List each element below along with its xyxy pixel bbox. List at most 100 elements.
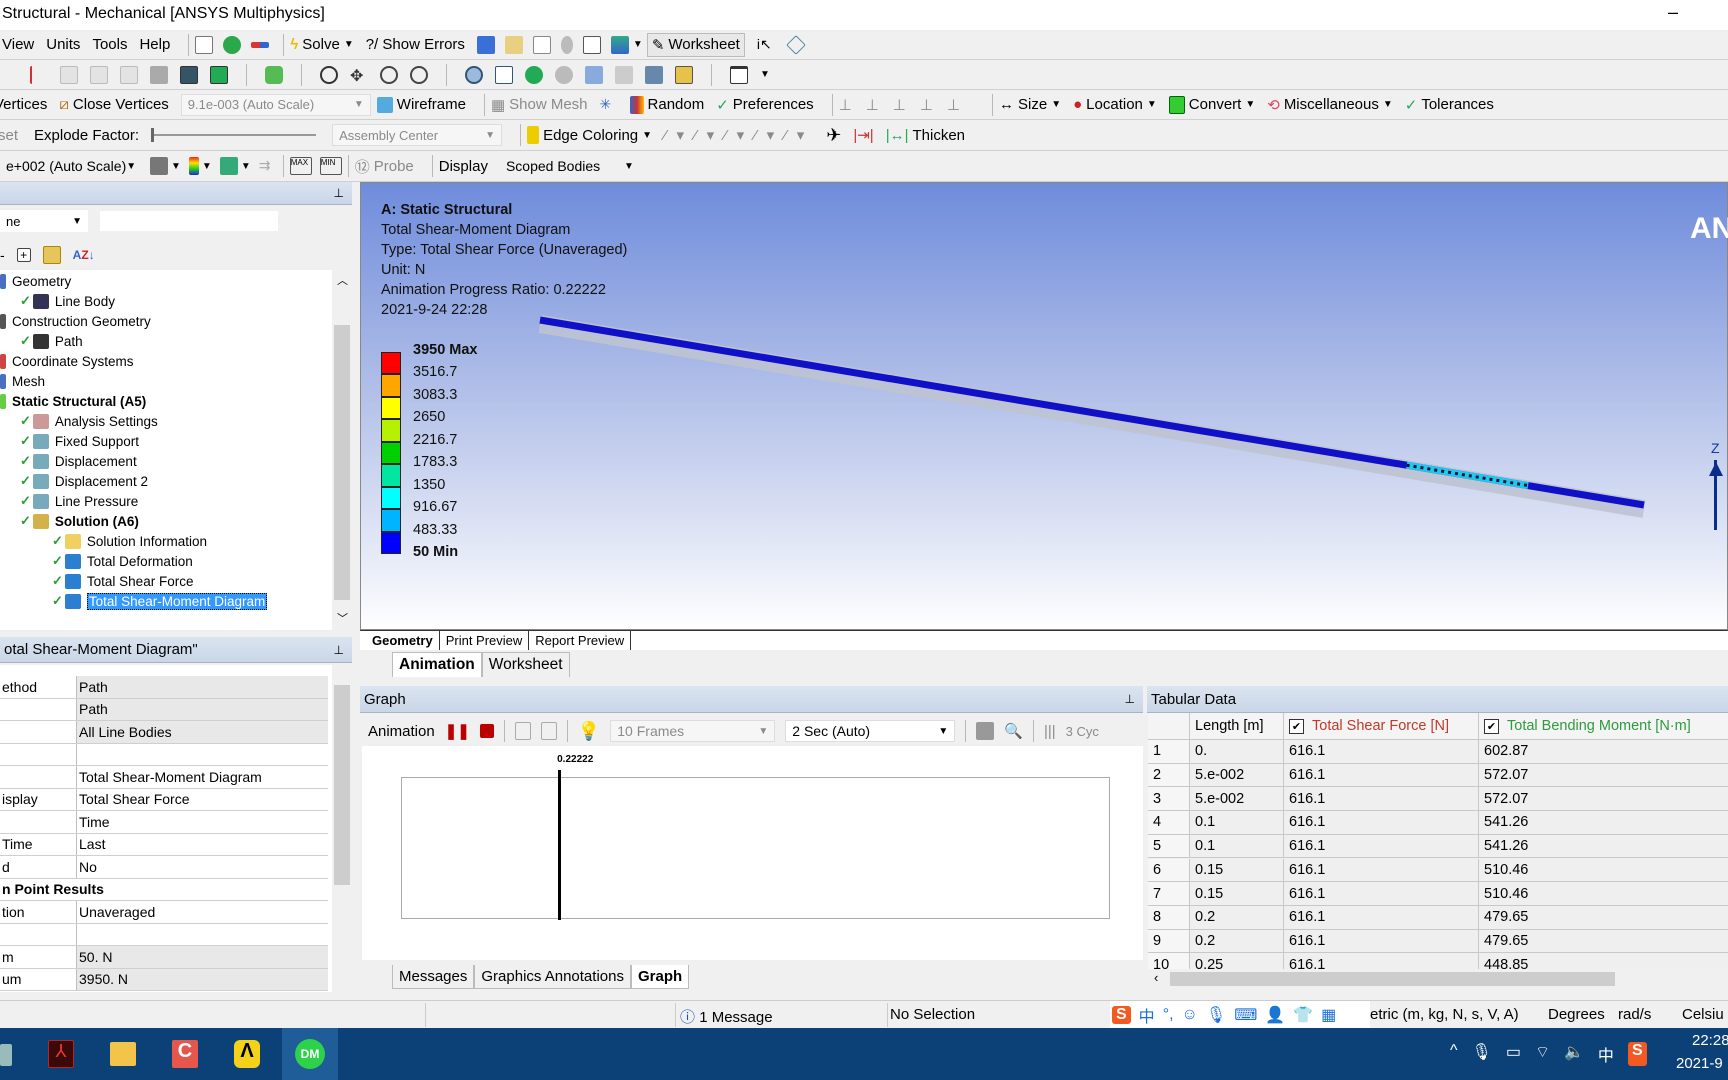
details-value[interactable]: Unaveraged xyxy=(77,901,328,923)
mesh-element-icon[interactable] xyxy=(210,65,228,84)
scroll-down-icon[interactable]: ﹀ xyxy=(337,610,348,626)
file-explorer-icon[interactable] xyxy=(110,1042,136,1066)
table-cell[interactable]: 0.2 xyxy=(1190,929,1284,954)
ime-lang[interactable]: 中 xyxy=(1139,1003,1155,1027)
table-cell[interactable]: 5.e-002 xyxy=(1190,763,1284,788)
messages-status[interactable]: ⓘ 1 Message xyxy=(680,1006,773,1027)
table-cell[interactable]: 0. xyxy=(1190,740,1284,764)
pdf-app-icon[interactable]: ⅄ xyxy=(48,1040,74,1068)
duration-select[interactable]: 2 Sec (Auto) ▼ xyxy=(785,720,956,742)
microphone-icon[interactable]: 🎙 xyxy=(1206,1005,1226,1025)
details-row[interactable]: isplay Total Shear Force xyxy=(0,788,328,811)
table-cell[interactable]: 616.1 xyxy=(1284,787,1479,812)
show-errors-button[interactable]: ?/ Show Errors xyxy=(366,36,465,53)
tabular-hscrollbar[interactable]: ‹ xyxy=(1148,969,1728,989)
table-cell[interactable]: 616.1 xyxy=(1284,858,1479,883)
display-select[interactable]: Scoped Bodies ▼ xyxy=(499,155,640,177)
table-cell[interactable]: 0.25 xyxy=(1190,953,1284,969)
chart-icon[interactable] xyxy=(532,35,551,54)
table-cell[interactable]: 616.1 xyxy=(1284,905,1479,930)
coordinate-icon[interactable] xyxy=(265,65,283,84)
zoom-icon[interactable] xyxy=(380,65,398,84)
table-cell[interactable]: 479.65 xyxy=(1479,929,1728,954)
sort-az-icon[interactable]: AZ↓ xyxy=(73,248,95,262)
tab-graphics-annotations[interactable]: Graphics Annotations xyxy=(474,965,631,989)
volume-icon[interactable]: 🔈 xyxy=(1564,1042,1584,1066)
tab-report-preview[interactable]: Report Preview xyxy=(529,631,632,650)
min-label-icon[interactable]: MIN xyxy=(319,157,342,175)
details-row[interactable]: Time xyxy=(0,811,328,834)
table-cell[interactable]: 5.e-002 xyxy=(1190,787,1284,812)
grid-icon[interactable]: ▦ xyxy=(1321,1005,1336,1025)
details-value[interactable]: Path xyxy=(77,676,328,698)
insert-annotation-icon[interactable] xyxy=(476,35,495,54)
cycles-icon[interactable]: ||| xyxy=(1044,723,1056,740)
chevron-down-icon[interactable]: ▼ xyxy=(344,39,354,50)
battery-icon[interactable]: ▭ xyxy=(1506,1042,1521,1066)
angle-unit[interactable]: Degrees xyxy=(1548,1006,1605,1023)
column-header[interactable]: Length [m] xyxy=(1190,713,1284,740)
details-value[interactable]: Total Shear-Moment Diagram xyxy=(77,766,328,788)
minimize-button[interactable]: – xyxy=(1668,2,1678,23)
sogou-icon[interactable]: S xyxy=(1112,1006,1131,1024)
keyboard-icon[interactable]: ⌨ xyxy=(1234,1005,1257,1025)
tree-item[interactable]: ✓ Analysis Settings xyxy=(20,411,158,431)
column-header[interactable]: ✔ Total Bending Moment [N·m] xyxy=(1479,713,1728,740)
tree-item[interactable]: ✓ Displacement xyxy=(20,451,137,471)
table-cell[interactable]: 602.87 xyxy=(1479,740,1728,764)
tree-item[interactable]: ✓ Total Shear Force xyxy=(52,571,193,591)
details-scrollbar[interactable] xyxy=(332,665,352,992)
scroll-thumb[interactable] xyxy=(334,685,350,885)
details-value[interactable]: Total Shear Force xyxy=(77,789,328,811)
command-prompt-icon[interactable] xyxy=(195,35,214,54)
table-cell[interactable]: 510.46 xyxy=(1479,858,1728,883)
table-cell[interactable]: 616.1 xyxy=(1284,763,1479,788)
miscellaneous-button[interactable]: ⟲ Miscellaneous ▼ xyxy=(1267,96,1393,114)
table-cell[interactable]: 572.07 xyxy=(1479,763,1728,788)
details-row[interactable]: m 50. N xyxy=(0,946,328,969)
emoji-icon[interactable]: ☺ xyxy=(1182,1006,1198,1024)
assembly-center-select[interactable]: Assembly Center ▼ xyxy=(332,124,503,146)
tree-item[interactable]: Construction Geometry xyxy=(0,311,151,331)
column-checkbox[interactable]: ✔ xyxy=(1289,718,1304,734)
tray-microphone-icon[interactable]: 🎙 xyxy=(1472,1042,1492,1066)
wireframe-button[interactable]: Wireframe xyxy=(376,96,466,113)
sogou-tray-icon[interactable]: S xyxy=(1627,1042,1647,1066)
table-cell[interactable]: 616.1 xyxy=(1284,929,1479,954)
thicken-button[interactable]: |↔| Thicken xyxy=(886,127,965,144)
expand-all-icon[interactable]: + xyxy=(16,248,31,262)
frames-select[interactable]: 10 Frames ▼ xyxy=(610,720,776,742)
tree-item[interactable]: ✓ Total Deformation xyxy=(52,551,193,571)
tray-lang[interactable]: 中 xyxy=(1598,1042,1614,1066)
details-row[interactable]: Total Shear-Moment Diagram xyxy=(0,766,328,789)
random-colors-button[interactable]: Random xyxy=(629,95,704,114)
explode-icon[interactable]: ✳ xyxy=(600,96,618,114)
worksheet-button[interactable]: ✎ Worksheet xyxy=(646,32,745,57)
preferences-button[interactable]: ✓ Preferences xyxy=(716,96,813,114)
table-cell[interactable]: 0.1 xyxy=(1190,811,1284,835)
check-icon[interactable] xyxy=(223,35,242,54)
tab-geometry[interactable]: Geometry xyxy=(360,631,440,650)
pin-icon[interactable]: ⊥ xyxy=(334,186,344,200)
text-annotation-icon[interactable] xyxy=(582,35,601,54)
unit-system[interactable]: etric (m, kg, N, s, V, A) xyxy=(1370,1006,1519,1023)
pin-icon[interactable]: ⊥ xyxy=(334,643,344,657)
tree-item[interactable]: Geometry xyxy=(0,271,71,291)
tree-item[interactable]: ✓ Line Pressure xyxy=(20,491,138,511)
skin-icon[interactable]: 👕 xyxy=(1293,1005,1313,1025)
label-abc-icon[interactable] xyxy=(504,35,523,54)
table-cell[interactable]: 0.1 xyxy=(1190,834,1284,859)
table-cell[interactable]: 616.1 xyxy=(1284,811,1479,835)
time-marker[interactable] xyxy=(558,770,562,920)
size-button[interactable]: ↔ Size ▼ xyxy=(999,96,1061,113)
flame-icon[interactable] xyxy=(560,35,573,54)
tree-item[interactable]: ✓ Total Shear-Moment Diagram xyxy=(52,591,268,611)
column-header[interactable]: ✔ Total Shear Force [N] xyxy=(1284,713,1479,740)
details-row[interactable]: d No xyxy=(0,856,328,879)
details-row[interactable]: All Line Bodies xyxy=(0,721,328,744)
pin-icon[interactable]: ⊥ xyxy=(1125,692,1135,706)
details-row[interactable]: ethod Path xyxy=(0,676,328,699)
table-cell[interactable]: 616.1 xyxy=(1284,953,1479,969)
iso-view-icon[interactable] xyxy=(585,65,603,84)
details-value[interactable]: 50. N xyxy=(77,946,328,968)
